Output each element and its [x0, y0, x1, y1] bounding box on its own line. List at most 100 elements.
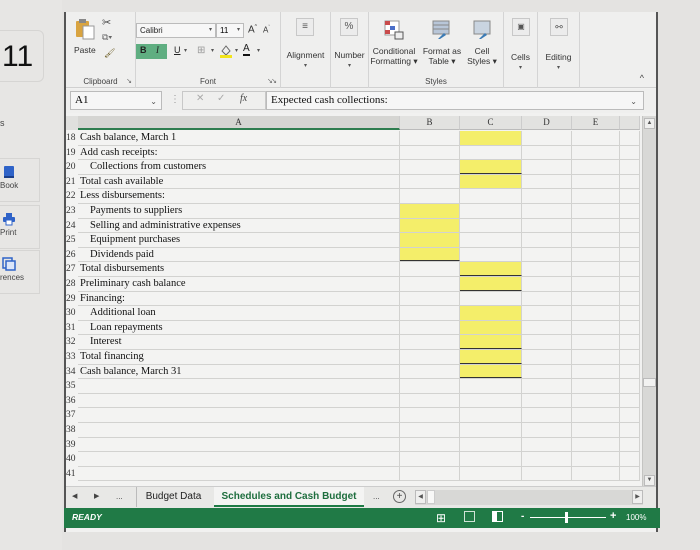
cell-c27[interactable] — [460, 262, 522, 276]
cell-f38[interactable] — [620, 423, 640, 437]
chevron-down-icon[interactable]: ▾ — [184, 47, 187, 54]
editing-group[interactable]: ⚯ Editing ▾ — [538, 12, 580, 88]
vertical-scrollbar[interactable]: ▲ ▼ — [642, 116, 656, 488]
cell-e23[interactable] — [572, 204, 620, 218]
cell-b29[interactable] — [400, 291, 460, 306]
cell-c21[interactable] — [460, 174, 522, 189]
cell-a30[interactable]: Additional loan — [78, 306, 400, 320]
more-sheets-left-button[interactable]: ... — [116, 492, 123, 501]
row-header[interactable]: 18 — [66, 131, 78, 146]
row-header[interactable]: 20 — [66, 160, 78, 175]
side-button-references[interactable]: rences — [0, 250, 40, 294]
cell-a38[interactable] — [78, 423, 400, 437]
cell-c30[interactable] — [460, 306, 522, 320]
scroll-left-icon[interactable]: ◀ — [415, 490, 426, 504]
cell-c22[interactable] — [460, 189, 522, 203]
font-size-select[interactable]: 11 ▾ — [216, 23, 244, 38]
cell-c40[interactable] — [460, 452, 522, 466]
cell-f24[interactable] — [620, 218, 640, 233]
cell-e32[interactable] — [572, 335, 620, 349]
row-header[interactable]: 23 — [66, 204, 78, 219]
cell-f31[interactable] — [620, 320, 640, 335]
cell-c36[interactable] — [460, 393, 522, 408]
more-sheets-right-button[interactable]: ... — [373, 492, 380, 501]
cell-d21[interactable] — [522, 174, 572, 189]
cell-c37[interactable] — [460, 408, 522, 422]
next-sheet-icon[interactable]: ▶ — [94, 492, 99, 500]
cell-a20[interactable]: Collections from customers — [78, 160, 400, 174]
cell-f40[interactable] — [620, 452, 640, 466]
sheet-tab-schedules-and-cash-budget[interactable]: Schedules and Cash Budget — [214, 487, 364, 507]
column-header-f[interactable] — [620, 116, 640, 130]
cell-a36[interactable] — [78, 393, 400, 408]
cell-a40[interactable] — [78, 452, 400, 466]
cell-a31[interactable]: Loan repayments — [78, 320, 400, 335]
cell-c23[interactable] — [460, 204, 522, 218]
cell-e36[interactable] — [572, 393, 620, 408]
cell-c32[interactable] — [460, 335, 522, 349]
cell-d22[interactable] — [522, 189, 572, 203]
cell-a25[interactable]: Equipment purchases — [78, 233, 400, 247]
row-header[interactable]: 30 — [66, 306, 78, 321]
cell-b37[interactable] — [400, 408, 460, 422]
alignment-group[interactable]: ≡ Alignment ▾ ↘ — [267, 12, 331, 88]
cell-a18[interactable]: Cash balance, March 1 — [78, 131, 400, 145]
cell-f41[interactable] — [620, 466, 640, 481]
cell-c33[interactable] — [460, 350, 522, 364]
cell-c25[interactable] — [460, 233, 522, 247]
cell-a22[interactable]: Less disbursements: — [78, 189, 400, 203]
row-header[interactable]: 22 — [66, 189, 78, 204]
conditional-formatting-button[interactable]: Conditional Formatting ▾ — [369, 12, 419, 76]
cell-b36[interactable] — [400, 393, 460, 408]
cell-b20[interactable] — [400, 160, 460, 174]
clipboard-launcher-icon[interactable]: ↘ — [126, 77, 132, 85]
row-header[interactable]: 33 — [66, 350, 78, 365]
sheet-tab-budget-data[interactable]: Budget Data — [136, 487, 210, 507]
row-header[interactable]: 38 — [66, 423, 78, 438]
normal-view-icon[interactable]: ⊞ — [436, 511, 446, 525]
cell-a28[interactable]: Preliminary cash balance — [78, 277, 400, 291]
cell-d29[interactable] — [522, 291, 572, 306]
cell-f28[interactable] — [620, 277, 640, 291]
zoom-in-button[interactable]: + — [610, 510, 616, 522]
cell-e25[interactable] — [572, 233, 620, 247]
cell-b32[interactable] — [400, 335, 460, 349]
cell-e28[interactable] — [572, 277, 620, 291]
cell-e20[interactable] — [572, 160, 620, 174]
cell-b41[interactable] — [400, 466, 460, 481]
cell-c18[interactable] — [460, 131, 522, 145]
cell-f33[interactable] — [620, 350, 640, 364]
row-header[interactable]: 37 — [66, 408, 78, 423]
previous-sheet-icon[interactable]: ◀ — [72, 492, 77, 500]
formula-input[interactable]: Expected cash collections: ⌄ — [266, 91, 644, 110]
cell-a35[interactable] — [78, 379, 400, 393]
cell-e35[interactable] — [572, 379, 620, 393]
cell-f26[interactable] — [620, 247, 640, 262]
paste-icon[interactable] — [74, 18, 96, 40]
row-header[interactable]: 31 — [66, 321, 78, 336]
cell-f19[interactable] — [620, 145, 640, 160]
zoom-level[interactable]: 100% — [626, 513, 646, 522]
cell-f25[interactable] — [620, 233, 640, 247]
page-layout-view-icon[interactable] — [464, 511, 475, 522]
cell-f20[interactable] — [620, 160, 640, 174]
zoom-out-button[interactable]: - — [521, 511, 524, 522]
paste-button[interactable]: Paste — [74, 45, 96, 55]
cell-f21[interactable] — [620, 174, 640, 189]
cell-styles-button[interactable]: Cell Styles ▾ — [463, 12, 501, 76]
borders-icon[interactable]: ⊞ — [197, 45, 205, 56]
cell-c20[interactable] — [460, 160, 522, 174]
cell-d33[interactable] — [522, 350, 572, 364]
cancel-icon[interactable]: ✕ — [196, 93, 204, 104]
row-header[interactable]: 35 — [66, 379, 78, 394]
cell-a37[interactable] — [78, 408, 400, 422]
cell-d23[interactable] — [522, 204, 572, 218]
chevron-down-icon[interactable]: ▾ — [211, 47, 214, 54]
vertical-scroll-thumb[interactable] — [643, 378, 656, 387]
cell-e30[interactable] — [572, 306, 620, 320]
cell-b39[interactable] — [400, 437, 460, 452]
cell-b18[interactable] — [400, 131, 460, 145]
cell-e29[interactable] — [572, 291, 620, 306]
cell-c39[interactable] — [460, 437, 522, 452]
cell-f30[interactable] — [620, 306, 640, 320]
